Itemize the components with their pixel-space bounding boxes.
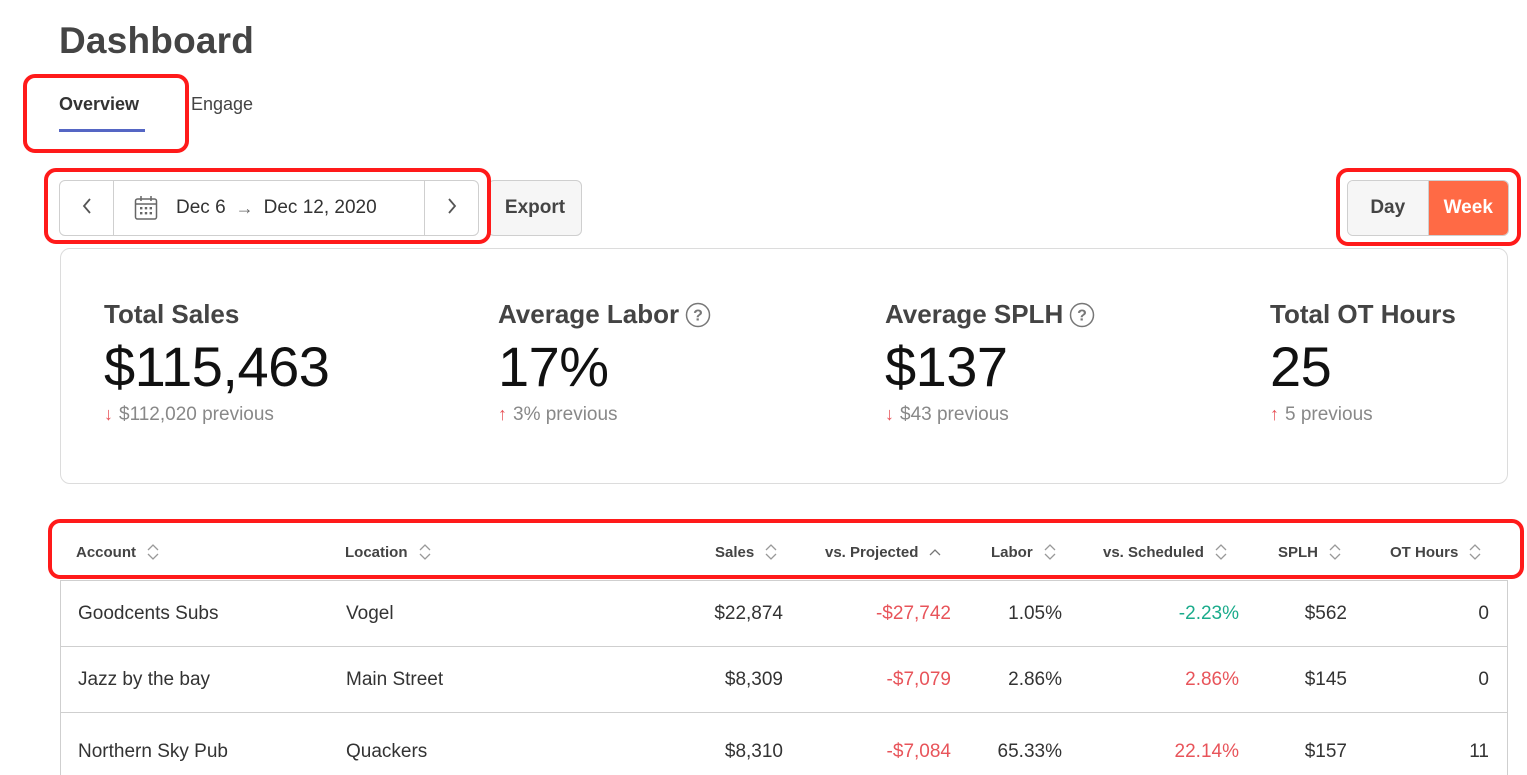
cell-vs-projected: -$7,079 bbox=[886, 668, 951, 690]
sort-icon bbox=[764, 543, 778, 561]
sort-icon bbox=[1043, 543, 1057, 561]
svg-text:?: ? bbox=[1077, 307, 1087, 324]
table-row[interactable]: Jazz by the bay Main Street $8,309 -$7,0… bbox=[61, 647, 1507, 713]
stat-value: $137 bbox=[885, 335, 1008, 398]
column-header-label: Location bbox=[345, 543, 408, 561]
sort-icon bbox=[1214, 543, 1228, 561]
arrow-down-icon: ↓ bbox=[885, 404, 894, 425]
table-row[interactable]: Goodcents Subs Vogel $22,874 -$27,742 1.… bbox=[61, 581, 1507, 647]
column-header-label: vs. Scheduled bbox=[1103, 543, 1204, 561]
date-range-end: Dec 12, 2020 bbox=[263, 197, 377, 218]
cell-sales: $8,309 bbox=[724, 668, 783, 690]
active-tab-indicator bbox=[59, 129, 145, 132]
sort-icon bbox=[1328, 543, 1342, 561]
column-header-label: Sales bbox=[715, 543, 755, 561]
help-icon[interactable]: ? bbox=[1069, 302, 1095, 328]
cell-location: Main Street bbox=[346, 668, 444, 690]
cell-labor: 65.33% bbox=[997, 741, 1062, 762]
stat-value: $115,463 bbox=[104, 335, 330, 398]
arrow-up-icon: ↑ bbox=[1270, 404, 1279, 425]
stat-previous: 5 previous bbox=[1285, 403, 1373, 425]
column-header-splh[interactable]: SPLH bbox=[1278, 530, 1342, 574]
page-title: Dashboard bbox=[59, 20, 255, 61]
chevron-left-icon bbox=[81, 197, 93, 220]
cell-labor: 1.05% bbox=[1008, 602, 1062, 624]
tab-engage[interactable]: Engage bbox=[191, 94, 253, 115]
stat-label: Total Sales bbox=[104, 299, 240, 329]
stat-value: 17% bbox=[498, 335, 609, 398]
stat-average-labor: Average Labor ? 17% ↑ 3% previous bbox=[498, 299, 711, 426]
arrow-up-icon: ↑ bbox=[498, 404, 507, 425]
column-header-label: SPLH bbox=[1278, 543, 1319, 561]
stat-previous: $112,020 previous bbox=[119, 403, 274, 425]
table-header: Account Location Sales vs. Projected Lab… bbox=[60, 530, 1508, 574]
stat-value: 25 bbox=[1270, 335, 1332, 398]
period-toggle: Day Week bbox=[1347, 180, 1509, 236]
column-header-location[interactable]: Location bbox=[345, 530, 432, 574]
help-icon[interactable]: ? bbox=[685, 302, 711, 328]
cell-vs-scheduled: -2.23% bbox=[1178, 602, 1239, 624]
column-header-label: OT Hours bbox=[1390, 543, 1459, 561]
week-toggle-button[interactable]: Week bbox=[1428, 181, 1508, 235]
stat-label: Total OT Hours bbox=[1270, 299, 1456, 329]
stat-previous: 3% previous bbox=[513, 403, 618, 425]
sort-icon bbox=[146, 543, 160, 561]
arrow-right-icon: → bbox=[235, 197, 254, 218]
column-header-labor[interactable]: Labor bbox=[991, 530, 1057, 574]
cell-location: Vogel bbox=[346, 602, 394, 624]
arrow-down-icon: ↓ bbox=[104, 404, 113, 425]
cell-account: Goodcents Subs bbox=[78, 602, 219, 624]
cell-location: Quackers bbox=[346, 741, 428, 762]
cell-vs-projected: -$7,084 bbox=[886, 741, 951, 762]
data-table: Goodcents Subs Vogel $22,874 -$27,742 1.… bbox=[60, 580, 1508, 775]
previous-period-button[interactable] bbox=[60, 181, 114, 235]
cell-splh: $145 bbox=[1304, 668, 1347, 690]
table-row[interactable]: Northern Sky Pub Quackers $8,310 -$7,084… bbox=[61, 713, 1507, 775]
stat-label: Average Labor bbox=[498, 299, 680, 329]
date-range-navigator: Dec 6 → Dec 12, 2020 bbox=[59, 180, 479, 236]
column-header-ot-hours[interactable]: OT Hours bbox=[1390, 530, 1482, 574]
stat-total-ot-hours: Total OT Hours 25 ↑ 5 previous bbox=[1270, 299, 1456, 426]
svg-text:?: ? bbox=[693, 307, 703, 324]
cell-sales: $22,874 bbox=[714, 602, 783, 624]
column-header-sales[interactable]: Sales bbox=[715, 530, 778, 574]
cell-splh: $157 bbox=[1304, 741, 1347, 762]
cell-account: Northern Sky Pub bbox=[78, 741, 228, 762]
sort-icon bbox=[1468, 543, 1482, 561]
chevron-right-icon bbox=[446, 197, 458, 220]
date-range-picker[interactable]: Dec 6 → Dec 12, 2020 bbox=[114, 181, 377, 235]
cell-vs-scheduled: 22.14% bbox=[1174, 741, 1239, 762]
export-button[interactable]: Export bbox=[488, 180, 582, 236]
cell-ot-hours: 11 bbox=[1469, 741, 1489, 762]
cell-account: Jazz by the bay bbox=[78, 668, 211, 690]
day-toggle-button[interactable]: Day bbox=[1348, 181, 1429, 235]
cell-labor: 2.86% bbox=[1008, 668, 1062, 690]
stat-average-splh: Average SPLH ? $137 ↓ $43 previous bbox=[885, 299, 1095, 426]
stat-total-sales: Total Sales $115,463 ↓ $112,020 previous bbox=[104, 299, 330, 426]
cell-ot-hours: 0 bbox=[1478, 668, 1489, 690]
cell-vs-scheduled: 2.86% bbox=[1185, 668, 1239, 690]
sort-icon bbox=[418, 543, 432, 561]
column-header-label: Labor bbox=[991, 543, 1033, 561]
column-header-account[interactable]: Account bbox=[76, 530, 160, 574]
calendar-icon bbox=[134, 195, 158, 221]
cell-vs-projected: -$27,742 bbox=[875, 602, 951, 624]
cell-sales: $8,310 bbox=[724, 741, 783, 762]
sort-ascending-icon bbox=[928, 543, 942, 561]
column-header-label: Account bbox=[76, 543, 136, 561]
cell-ot-hours: 0 bbox=[1478, 602, 1489, 624]
stat-label: Average SPLH bbox=[885, 299, 1064, 329]
cell-splh: $562 bbox=[1304, 602, 1347, 624]
column-header-label: vs. Projected bbox=[825, 543, 919, 561]
next-period-button[interactable] bbox=[424, 181, 478, 235]
column-header-vs-scheduled[interactable]: vs. Scheduled bbox=[1103, 530, 1228, 574]
date-range-start: Dec 6 bbox=[176, 197, 226, 218]
tab-overview[interactable]: Overview bbox=[59, 94, 139, 115]
stats-summary-card: Total Sales $115,463 ↓ $112,020 previous… bbox=[60, 248, 1508, 484]
stat-previous: $43 previous bbox=[900, 403, 1009, 425]
column-header-vs-projected[interactable]: vs. Projected bbox=[825, 530, 942, 574]
